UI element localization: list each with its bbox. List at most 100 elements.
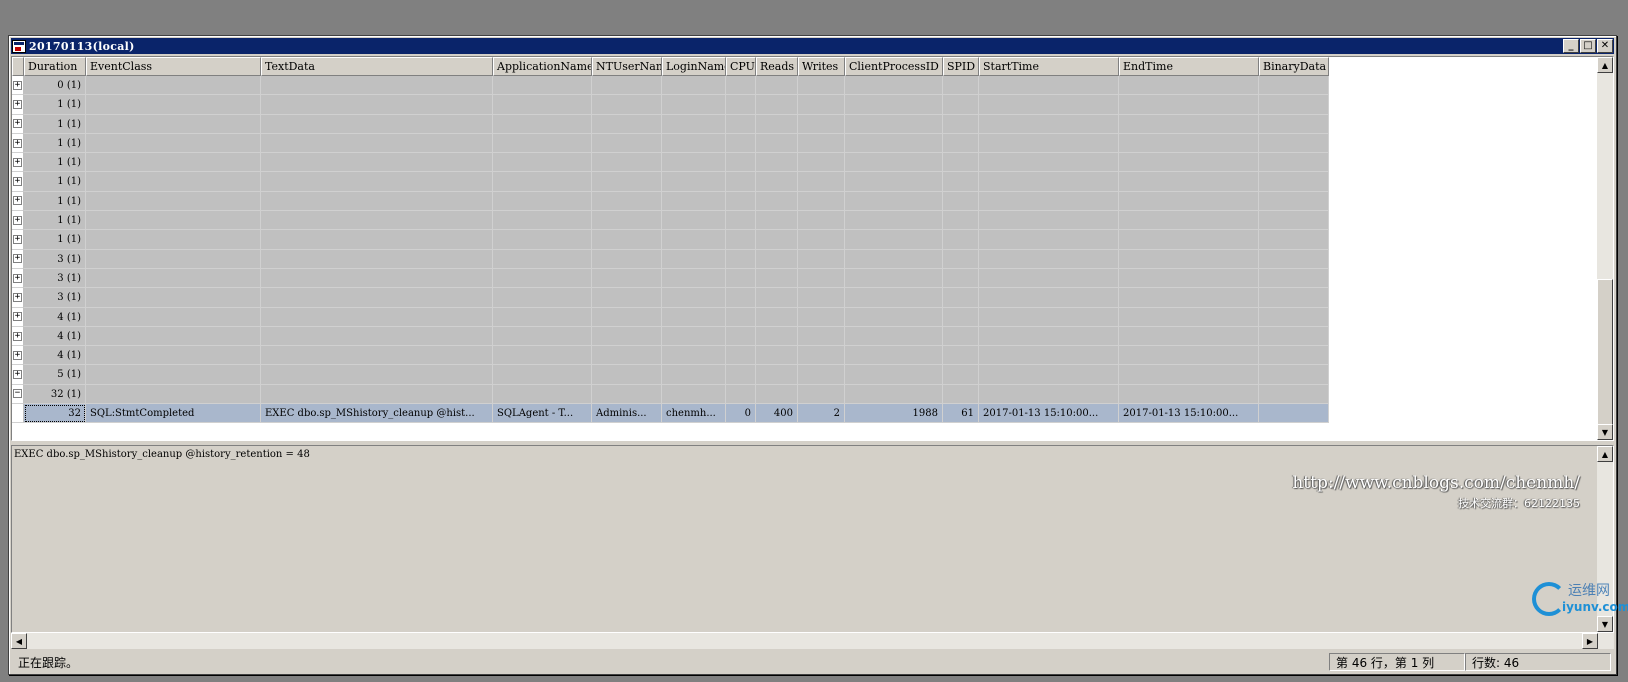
- group-row[interactable]: −32 (1): [12, 384, 1334, 405]
- column-header-endtime[interactable]: EndTime: [1119, 57, 1259, 76]
- expand-plus-icon[interactable]: +: [13, 312, 22, 322]
- expand-plus-icon[interactable]: +: [13, 215, 22, 225]
- column-header-writes[interactable]: Writes: [798, 57, 845, 76]
- group-row[interactable]: +1 (1): [12, 114, 1334, 134]
- cell-applicationname[interactable]: SQLAgent - T...: [493, 404, 592, 424]
- column-header-textdata[interactable]: TextData: [261, 57, 493, 76]
- collapse-minus-icon[interactable]: −: [13, 389, 22, 399]
- expand-plus-icon[interactable]: +: [13, 292, 22, 302]
- empty-cell: [592, 211, 662, 231]
- scroll-right-arrow-icon[interactable]: ▶: [1582, 633, 1598, 649]
- group-row[interactable]: +0 (1): [12, 76, 1334, 96]
- group-row[interactable]: +3 (1): [12, 249, 1334, 269]
- expand-plus-icon[interactable]: +: [13, 177, 22, 187]
- empty-cell: [1259, 307, 1329, 327]
- selected-event-row[interactable]: 32 SQL:StmtCompleted EXEC dbo.sp_MShistory…: [12, 404, 1334, 424]
- cell-loginname[interactable]: chenmh...: [662, 404, 726, 424]
- group-row[interactable]: +5 (1): [12, 365, 1334, 385]
- expand-plus-icon[interactable]: +: [13, 273, 22, 283]
- group-duration-cell: 32 (1): [24, 384, 86, 405]
- cell-duration[interactable]: 32: [24, 404, 86, 424]
- cell-cpu[interactable]: 0: [726, 404, 756, 424]
- cell-ntusername[interactable]: Adminis...: [592, 404, 662, 424]
- group-row[interactable]: +3 (1): [12, 268, 1334, 289]
- empty-cell: [1119, 288, 1259, 308]
- cell-eventclass[interactable]: SQL:StmtCompleted: [86, 404, 261, 424]
- expand-plus-icon[interactable]: +: [13, 370, 22, 380]
- empty-cell: [662, 249, 726, 269]
- expand-plus-icon[interactable]: +: [13, 331, 22, 341]
- empty-cell: [1119, 346, 1259, 366]
- expand-plus-icon[interactable]: +: [13, 157, 22, 167]
- column-header-cpu[interactable]: CPU: [726, 57, 756, 76]
- cell-reads[interactable]: 400: [756, 404, 798, 424]
- group-row[interactable]: +3 (1): [12, 288, 1334, 308]
- scroll-left-arrow-icon[interactable]: ◀: [11, 633, 27, 649]
- expand-plus-icon[interactable]: +: [13, 80, 22, 90]
- cell-spid[interactable]: 61: [943, 404, 979, 424]
- cell-endtime[interactable]: 2017-01-13 15:10:00...: [1119, 404, 1259, 424]
- column-header-clientprocessid[interactable]: ClientProcessID: [845, 57, 943, 76]
- empty-cell: [943, 230, 979, 250]
- column-header-expander[interactable]: [12, 57, 24, 76]
- scroll-up-arrow-icon[interactable]: ▲: [1597, 446, 1613, 462]
- expander-cell: +: [12, 76, 24, 96]
- close-button[interactable]: ✕: [1597, 39, 1613, 53]
- column-header-spid[interactable]: SPID: [943, 57, 979, 76]
- column-header-reads[interactable]: Reads: [756, 57, 798, 76]
- column-header-loginname[interactable]: LoginName: [662, 57, 726, 76]
- group-row[interactable]: +1 (1): [12, 211, 1334, 231]
- minimize-button[interactable]: _: [1563, 39, 1579, 53]
- column-header-duration[interactable]: Duration: [24, 57, 86, 76]
- detail-horizontal-scrollbar[interactable]: ◀ ▶: [11, 633, 1614, 649]
- empty-cell: [726, 76, 756, 96]
- expand-plus-icon[interactable]: +: [13, 119, 22, 129]
- cell-textdata[interactable]: EXEC dbo.sp_MShistory_cleanup @hist...: [261, 404, 493, 424]
- empty-cell: [943, 346, 979, 366]
- empty-cell: [756, 268, 798, 289]
- cell-binarydata[interactable]: [1259, 404, 1329, 424]
- empty-cell: [979, 230, 1119, 250]
- column-header-starttime[interactable]: StartTime: [979, 57, 1119, 76]
- group-row[interactable]: +1 (1): [12, 95, 1334, 115]
- textdata-detail-text[interactable]: EXEC dbo.sp_MShistory_cleanup @history_r…: [14, 449, 310, 460]
- expand-plus-icon[interactable]: +: [13, 350, 22, 360]
- group-row[interactable]: +1 (1): [12, 133, 1334, 154]
- maximize-button[interactable]: □: [1580, 39, 1596, 53]
- cell-writes[interactable]: 2: [798, 404, 845, 424]
- empty-cell: [261, 249, 493, 269]
- empty-cell: [943, 307, 979, 327]
- cell-clientprocessid[interactable]: 1988: [845, 404, 943, 424]
- expand-plus-icon[interactable]: +: [13, 196, 22, 206]
- scroll-up-arrow-icon[interactable]: ▲: [1597, 57, 1613, 73]
- column-header-eventclass[interactable]: EventClass: [86, 57, 261, 76]
- group-row[interactable]: +4 (1): [12, 326, 1334, 347]
- column-header-binarydata[interactable]: BinaryData: [1259, 57, 1329, 76]
- group-duration-cell: 4 (1): [24, 307, 86, 327]
- scroll-thumb[interactable]: [1597, 279, 1613, 425]
- empty-cell: [592, 153, 662, 173]
- empty-cell: [726, 268, 756, 289]
- expand-plus-icon[interactable]: +: [13, 254, 22, 264]
- group-row[interactable]: +4 (1): [12, 346, 1334, 366]
- group-row[interactable]: +1 (1): [12, 153, 1334, 173]
- column-header-ntusername[interactable]: NTUserName: [592, 57, 662, 76]
- expand-plus-icon[interactable]: +: [13, 138, 22, 148]
- empty-cell: [493, 249, 592, 269]
- expand-plus-icon[interactable]: +: [13, 99, 22, 109]
- cell-starttime[interactable]: 2017-01-13 15:10:00...: [979, 404, 1119, 424]
- status-message: 正在跟踪。: [18, 655, 79, 670]
- group-row[interactable]: +1 (1): [12, 191, 1334, 212]
- column-header-applicationname[interactable]: ApplicationName: [493, 57, 592, 76]
- grid-vertical-scrollbar[interactable]: ▲ ▼: [1597, 57, 1613, 440]
- trace-grid[interactable]: Duration EventClass TextData ApplicationNam…: [11, 56, 1614, 441]
- empty-cell: [592, 346, 662, 366]
- group-row[interactable]: +4 (1): [12, 307, 1334, 327]
- scroll-down-arrow-icon[interactable]: ▼: [1597, 616, 1613, 632]
- empty-cell: [261, 307, 493, 327]
- title-bar[interactable]: 20170113(local) _ □ ✕: [11, 38, 1614, 54]
- group-row[interactable]: +1 (1): [12, 172, 1334, 192]
- group-row[interactable]: +1 (1): [12, 230, 1334, 250]
- expand-plus-icon[interactable]: +: [13, 235, 22, 245]
- scroll-down-arrow-icon[interactable]: ▼: [1597, 424, 1613, 440]
